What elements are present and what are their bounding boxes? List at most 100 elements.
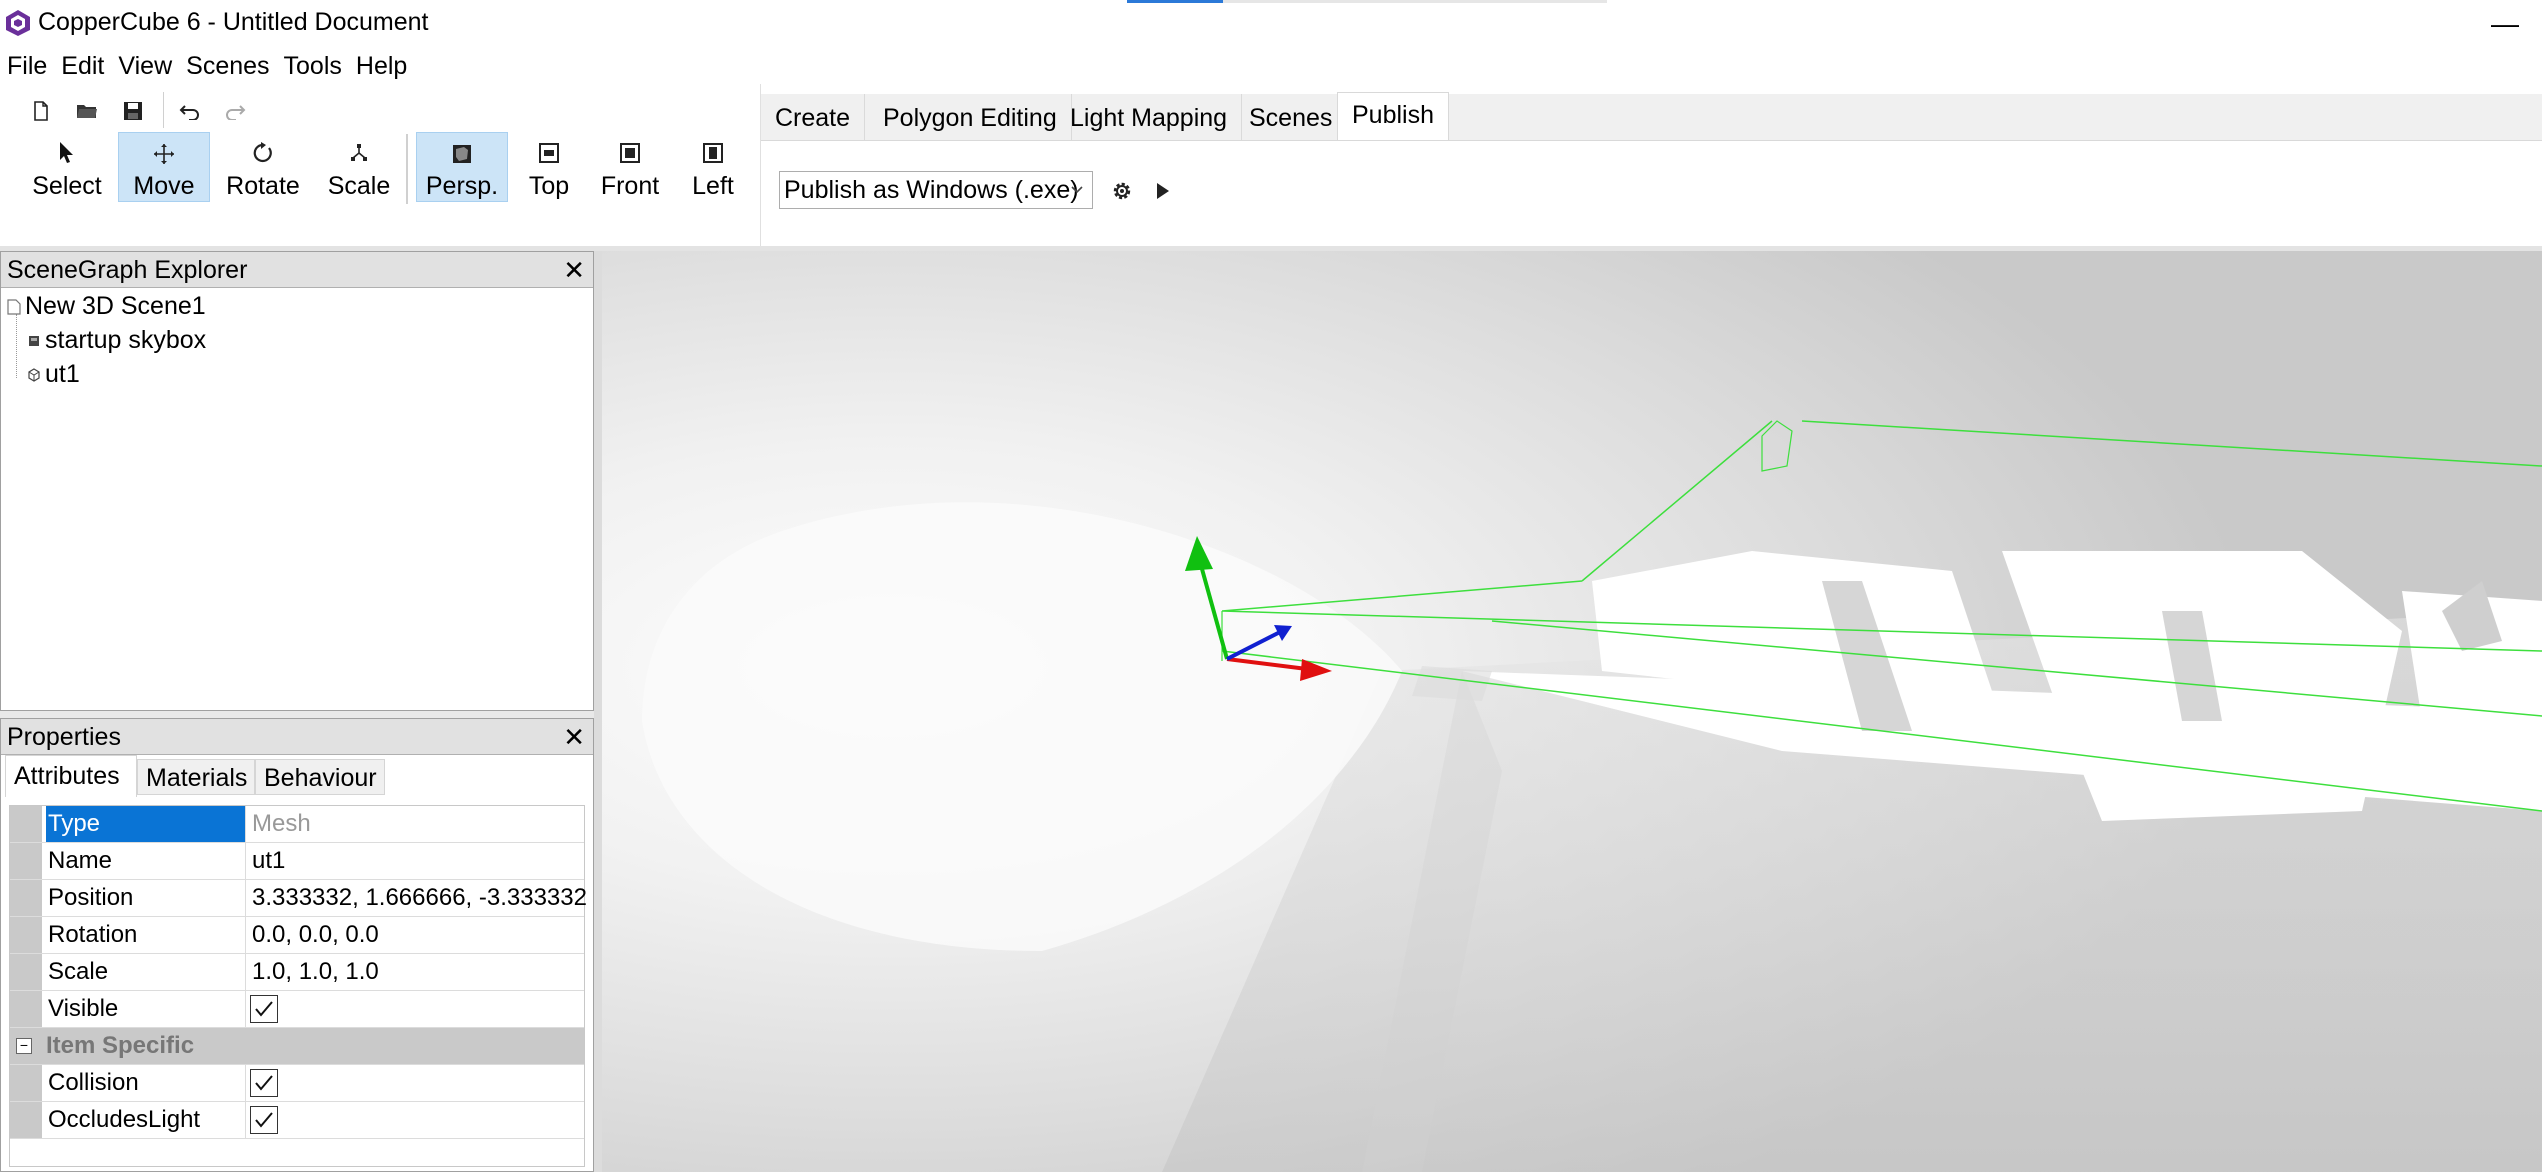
property-name: Name: [46, 843, 246, 879]
toolbar-separator: [163, 92, 164, 128]
category-item-specific[interactable]: − Item Specific: [10, 1028, 584, 1065]
gear-icon[interactable]: [1107, 176, 1137, 206]
front-view-button[interactable]: Front: [592, 132, 668, 202]
top-view-label: Top: [528, 172, 570, 200]
property-name: Position: [46, 880, 246, 916]
property-row-name[interactable]: Name ut1: [10, 843, 584, 880]
perspective-view-button[interactable]: Persp.: [416, 132, 508, 202]
property-value[interactable]: 0.0, 0.0, 0.0: [248, 917, 586, 953]
scale-tool-button[interactable]: Scale: [316, 132, 402, 202]
menu-edit[interactable]: Edit: [54, 48, 111, 84]
occludeslight-checkbox[interactable]: [250, 1106, 278, 1134]
front-view-label: Front: [600, 172, 660, 200]
checkmark-icon: [255, 1001, 273, 1017]
coppercube-logo-icon: [6, 10, 30, 36]
play-icon[interactable]: [1148, 176, 1178, 206]
property-name: Rotation: [46, 917, 246, 953]
tree-item-ut1[interactable]: ut1: [27, 360, 80, 389]
properties-title: Properties: [7, 723, 121, 751]
property-value[interactable]: 3.333332, 1.666666, -3.333332: [248, 880, 586, 916]
tree-item-root-scene[interactable]: New 3D Scene1: [7, 292, 206, 321]
row-gutter: [10, 954, 42, 990]
main-toolbar: Select Move Rotate Scale Persp. Top Fron…: [0, 84, 760, 250]
visible-checkbox[interactable]: [250, 995, 278, 1023]
top-view-icon: [539, 136, 559, 170]
undo-icon[interactable]: [175, 96, 205, 126]
checkmark-icon: [255, 1112, 273, 1128]
checkmark-icon: [255, 1075, 273, 1091]
minimize-button[interactable]: —: [2480, 4, 2530, 44]
tree-item-label: New 3D Scene1: [25, 292, 206, 320]
open-folder-icon[interactable]: [72, 96, 102, 126]
select-tool-button[interactable]: Select: [24, 132, 110, 202]
row-gutter: [10, 1065, 42, 1101]
property-value[interactable]: 1.0, 1.0, 1.0: [248, 954, 586, 990]
new-document-icon[interactable]: [26, 96, 56, 126]
left-view-button[interactable]: Left: [678, 132, 748, 202]
property-row-scale[interactable]: Scale 1.0, 1.0, 1.0: [10, 954, 584, 991]
panel-splitter[interactable]: [0, 711, 594, 718]
menu-scenes[interactable]: Scenes: [179, 48, 276, 84]
tab-create[interactable]: Create: [761, 94, 866, 140]
menu-tools[interactable]: Tools: [277, 48, 349, 84]
title-scroll-accent: [1127, 0, 1223, 3]
window-title: CopperCube 6 - Untitled Document: [38, 8, 429, 36]
scenegraph-explorer-panel: SceneGraph Explorer ✕ New 3D Scene1 star…: [0, 251, 594, 711]
property-name: OccludesLight: [46, 1102, 246, 1138]
property-value: Mesh: [252, 810, 311, 837]
scene-render: [602, 251, 2542, 1172]
perspective-view-icon: [452, 137, 472, 170]
menu-view[interactable]: View: [111, 48, 179, 84]
property-row-position[interactable]: Position 3.333332, 1.666666, -3.333332: [10, 880, 586, 917]
ribbon-tab-strip: Create Polygon Editing Light Mapping Sce…: [761, 92, 2542, 141]
tab-attributes[interactable]: Attributes: [5, 755, 137, 797]
tab-behaviour[interactable]: Behaviour: [255, 759, 385, 795]
3d-viewport[interactable]: [602, 251, 2542, 1172]
menu-help[interactable]: Help: [349, 48, 414, 84]
redo-icon[interactable]: [220, 96, 250, 126]
tab-materials[interactable]: Materials: [137, 759, 255, 795]
property-row-type[interactable]: Type Mesh: [10, 806, 584, 843]
tab-light-mapping[interactable]: Light Mapping: [1056, 94, 1243, 140]
row-gutter: [10, 917, 42, 953]
cursor-arrow-icon: [59, 136, 75, 170]
row-gutter: [10, 991, 42, 1027]
category-label: Item Specific: [46, 1032, 195, 1059]
property-row-collision[interactable]: Collision: [10, 1065, 584, 1102]
collision-checkbox[interactable]: [250, 1069, 278, 1097]
tree-item-label: startup skybox: [45, 326, 207, 354]
close-icon[interactable]: ✕: [563, 252, 585, 288]
select-tool-label: Select: [32, 172, 102, 200]
menu-file[interactable]: File: [0, 48, 54, 84]
move-tool-button[interactable]: Move: [118, 132, 210, 202]
tab-publish[interactable]: Publish: [1337, 92, 1449, 140]
property-row-visible[interactable]: Visible: [10, 991, 584, 1028]
publish-target-select[interactable]: Publish as Windows (.exe): [779, 171, 1093, 209]
collapse-toggle[interactable]: −: [16, 1038, 32, 1054]
tree-item-startup-skybox[interactable]: startup skybox: [27, 326, 206, 355]
move-tool-label: Move: [133, 172, 195, 200]
save-icon[interactable]: [118, 96, 148, 126]
row-gutter: [10, 1102, 42, 1138]
viewport-splitter[interactable]: [594, 251, 602, 1172]
rotate-tool-button[interactable]: Rotate: [218, 132, 308, 202]
property-name: Type: [46, 806, 246, 842]
move-arrows-icon: [153, 137, 175, 170]
left-view-label: Left: [692, 172, 734, 200]
property-name: Scale: [46, 954, 246, 990]
property-name: Visible: [46, 991, 246, 1027]
close-icon[interactable]: ✕: [563, 719, 585, 755]
top-view-button[interactable]: Top: [516, 132, 582, 202]
tab-scenes[interactable]: Scenes: [1235, 94, 1348, 140]
left-view-icon: [703, 136, 723, 170]
skybox-icon: [29, 335, 39, 346]
document-icon: [7, 298, 21, 315]
property-row-occludeslight[interactable]: OccludesLight: [10, 1102, 584, 1139]
tree-item-label: ut1: [45, 360, 80, 388]
tab-polygon-editing[interactable]: Polygon Editing: [869, 94, 1072, 140]
perspective-view-label: Persp.: [425, 172, 499, 200]
property-row-rotation[interactable]: Rotation 0.0, 0.0, 0.0: [10, 917, 584, 954]
row-gutter: [10, 806, 42, 842]
row-gutter: [10, 880, 42, 916]
property-value[interactable]: ut1: [248, 843, 586, 879]
